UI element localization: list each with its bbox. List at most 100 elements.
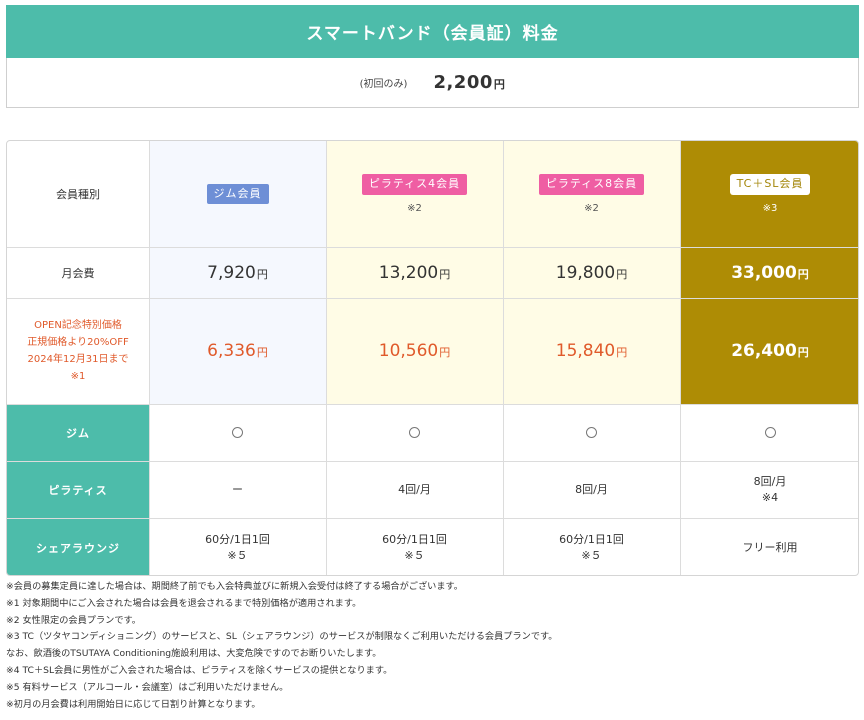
yen-unit: 円 <box>256 267 268 281</box>
monthly-price-value: 19,800 <box>555 262 616 283</box>
feature-note: ※５ <box>227 548 248 562</box>
band-price-header: スマートバンド（会員証）料金 <box>6 5 859 58</box>
available-circle-icon <box>764 427 776 438</box>
feature-gym-gym <box>149 404 326 461</box>
yen-unit: 円 <box>616 267 628 281</box>
plan-badge-tcsl: TC＋SL会員 <box>729 174 811 195</box>
monthly-fee-tcsl: 33,000円 <box>680 247 858 298</box>
yen-unit: 円 <box>256 346 268 359</box>
campaign-price-value: 10,560 <box>378 341 439 361</box>
plan-badge-pilates8: ピラティス8会員 <box>538 174 645 195</box>
monthly-price: 7,920円 <box>207 263 268 283</box>
footnote: ※5 有料サービス（アルコール・会議室）はご利用いただけません。 <box>6 681 289 693</box>
feature-lounge-gym: 60分/1日1回 ※５ <box>149 518 326 575</box>
available-circle-icon <box>409 427 420 438</box>
footnote: ※1 対象期間中にご入会された場合は会員を退会されるまで特別価格が適用されます。 <box>6 597 362 609</box>
campaign-price: 26,400円 <box>731 341 809 361</box>
plan-header-gym: ジム会員 <box>149 141 326 247</box>
plan-badge-gym: ジム会員 <box>206 183 269 205</box>
band-price: 2,200円 <box>433 72 505 93</box>
feature-note: ※4 <box>761 490 779 504</box>
feature-pilates-gym: ー <box>149 461 326 518</box>
feature-lounge-tcsl: フリー利用 <box>680 518 858 575</box>
feature-pilates-tcsl: 8回/月 ※4 <box>680 461 858 518</box>
monthly-fee-label-cell: 月会費 <box>7 247 149 298</box>
campaign-price-value: 15,840 <box>555 341 616 361</box>
campaign-price-gym: 6,336円 <box>149 298 326 404</box>
feature-lounge-pilates8: 60分/1日1回 ※５ <box>503 518 680 575</box>
monthly-price-value: 7,920 <box>207 262 256 283</box>
member-type-label: 会員種別 <box>56 188 100 201</box>
feature-gym-pilates4 <box>326 404 503 461</box>
campaign-price: 6,336円 <box>207 341 268 361</box>
footnote: ※3 TC（ツタヤコンディショニング）のサービスと、SL（シェアラウンジ）のサー… <box>6 631 558 643</box>
available-circle-icon <box>232 427 243 438</box>
campaign-label-line: 正規価格より20%OFF <box>27 337 129 348</box>
yen-unit: 円 <box>797 346 809 359</box>
feature-gym-tcsl <box>680 404 858 461</box>
feature-label-pilates: ピラティス <box>48 483 108 497</box>
feature-label-lounge-cell: シェアラウンジ <box>7 518 149 575</box>
footnote: ※初月の月会費は利用開始日に応じて日割り計算となります。 <box>6 698 261 710</box>
band-title: スマートバンド（会員証）料金 <box>306 24 559 44</box>
available-circle-icon <box>586 427 597 438</box>
footnote: ※会員の募集定員に達した場合は、期間終了前でも入会特典並びに新規入会受付は終了す… <box>6 581 463 592</box>
monthly-price: 13,200円 <box>379 263 450 283</box>
campaign-price: 15,840円 <box>556 341 627 361</box>
campaign-price-pilates8: 15,840円 <box>503 298 680 404</box>
yen-unit: 円 <box>439 267 451 281</box>
band-yen: 円 <box>493 78 506 91</box>
plan-badge-pilates4: ピラティス4会員 <box>361 174 468 195</box>
footnotes: ※会員の募集定員に達した場合は、期間終了前でも入会特典並びに新規入会受付は終了す… <box>6 579 859 713</box>
monthly-price: 33,000円 <box>731 263 809 283</box>
plan-table: 会員種別 ジム会員 ピラティス4会員 ※2 ピラティス8会員 ※2 TC＋SL会… <box>6 140 859 576</box>
feature-note: ※５ <box>581 548 602 562</box>
monthly-fee-pilates4: 13,200円 <box>326 247 503 298</box>
yen-unit: 円 <box>797 267 809 281</box>
feature-pilates-pilates8: 8回/月 <box>503 461 680 518</box>
campaign-label-line: OPEN記念特別価格 <box>34 320 122 331</box>
plan-header-pilates8: ピラティス8会員 ※2 <box>503 141 680 247</box>
feature-value: 8回/月 <box>753 474 787 488</box>
feature-value: 4回/月 <box>398 482 431 496</box>
yen-unit: 円 <box>616 346 628 359</box>
campaign-label-line: 2024年12月31日まで <box>27 354 129 365</box>
feature-label-pilates-cell: ピラティス <box>7 461 149 518</box>
once-label: (初回のみ) <box>359 79 408 90</box>
feature-label-lounge: シェアラウンジ <box>36 541 120 555</box>
feature-note: ※５ <box>404 548 425 562</box>
feature-value: ー <box>232 482 243 496</box>
monthly-fee-label: 月会費 <box>61 266 95 280</box>
feature-value: 60分/1日1回 <box>205 532 270 546</box>
feature-lounge-pilates4: 60分/1日1回 ※５ <box>326 518 503 575</box>
feature-value: 8回/月 <box>575 482 608 496</box>
feature-label-gym-cell: ジム <box>7 404 149 461</box>
band-price-row: (初回のみ) 2,200円 <box>6 58 859 108</box>
footnote: ※2 女性限定の会員プランです。 <box>6 614 141 626</box>
feature-label-gym: ジム <box>66 426 90 440</box>
plan-note-pilates4: ※2 <box>407 202 422 214</box>
monthly-fee-gym: 7,920円 <box>149 247 326 298</box>
monthly-price: 19,800円 <box>556 263 627 283</box>
monthly-price-value: 33,000 <box>731 262 797 283</box>
plan-header-pilates4: ピラティス4会員 ※2 <box>326 141 503 247</box>
feature-value: 60分/1日1回 <box>559 532 624 546</box>
feature-value: 60分/1日1回 <box>382 532 447 546</box>
plan-note-pilates8: ※2 <box>584 202 599 214</box>
feature-value: フリー利用 <box>742 540 798 554</box>
campaign-label-cell: OPEN記念特別価格 正規価格より20%OFF 2024年12月31日まで ※1 <box>7 298 149 404</box>
plan-note-tcsl: ※3 <box>762 202 778 214</box>
member-type-label-cell: 会員種別 <box>7 141 149 247</box>
feature-gym-pilates8 <box>503 404 680 461</box>
campaign-label-line: ※1 <box>70 371 86 382</box>
yen-unit: 円 <box>439 346 451 359</box>
campaign-price-value: 26,400 <box>731 341 797 361</box>
campaign-price-pilates4: 10,560円 <box>326 298 503 404</box>
footnote: なお、飲酒後のTSUTAYA Conditioning施設利用は、大変危険ですの… <box>6 648 382 660</box>
campaign-price: 10,560円 <box>379 341 450 361</box>
campaign-price-tcsl: 26,400円 <box>680 298 858 404</box>
band-price-value: 2,200 <box>433 72 493 93</box>
footnote: ※4 TC＋SL会員に男性がご入会された場合は、ピラティスを除くサービスの提供と… <box>6 664 393 676</box>
monthly-price-value: 13,200 <box>378 262 439 283</box>
feature-pilates-pilates4: 4回/月 <box>326 461 503 518</box>
